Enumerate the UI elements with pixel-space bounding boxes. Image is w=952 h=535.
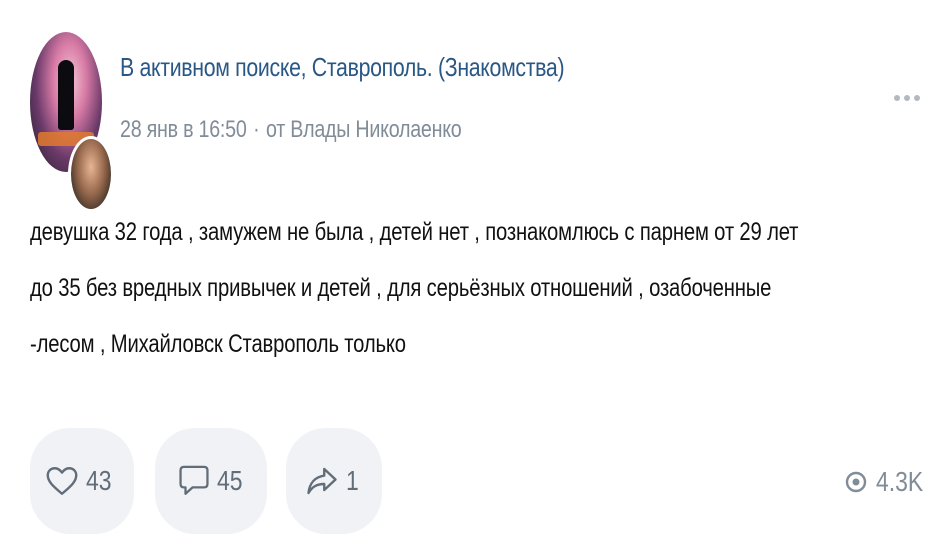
like-count: 43 — [86, 465, 112, 496]
avatar-group[interactable] — [30, 28, 114, 212]
post-text-line: до 35 без вредных привычек и детей , для… — [30, 274, 772, 302]
views-counter: 4.3K — [844, 462, 934, 502]
dot — [894, 95, 900, 101]
post-text: девушка 32 года , замужем не была , дете… — [30, 204, 921, 372]
avatar-silhouette — [58, 60, 74, 130]
post-text-line: -лесом , Михайловск Ставрополь только — [30, 330, 406, 358]
post-author[interactable]: от Влады Николаенко — [266, 116, 462, 143]
share-button[interactable]: 1 — [286, 428, 382, 534]
share-arrow-icon — [307, 467, 337, 495]
like-button[interactable]: 43 — [30, 428, 134, 534]
dot — [914, 95, 920, 101]
eye-icon — [845, 471, 867, 493]
dot — [904, 95, 910, 101]
post-text-line: девушка 32 года , замужем не была , дете… — [30, 218, 799, 246]
more-dots-icon[interactable] — [894, 92, 924, 104]
author-avatar[interactable] — [68, 136, 114, 212]
post-card: В активном поиске, Ставрополь. (Знакомст… — [0, 0, 952, 535]
comment-bubble-icon — [179, 465, 209, 495]
views-count: 4.3K — [876, 466, 924, 497]
comment-button[interactable]: 45 — [155, 428, 267, 534]
heart-icon — [46, 467, 78, 495]
share-count: 1 — [346, 465, 359, 496]
post-meta: 28 янв в 16:50 · от Влады Николаенко — [120, 116, 462, 144]
comment-count: 45 — [217, 465, 243, 496]
group-name-link[interactable]: В активном поиске, Ставрополь. (Знакомст… — [120, 52, 565, 83]
post-date[interactable]: 28 янв в 16:50 — [120, 116, 247, 143]
meta-separator: · — [253, 116, 260, 143]
